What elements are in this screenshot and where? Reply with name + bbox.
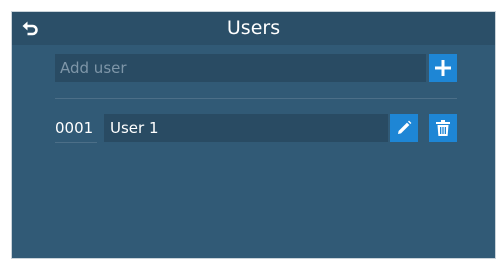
add-user-input[interactable] xyxy=(55,54,426,82)
user-name-field[interactable]: User 1 xyxy=(104,114,388,142)
edit-user-button[interactable] xyxy=(390,114,418,142)
back-button[interactable] xyxy=(18,17,42,41)
back-arrow-icon xyxy=(22,21,38,36)
add-user-button[interactable] xyxy=(429,54,457,82)
delete-user-button[interactable] xyxy=(429,114,457,142)
page-title: Users xyxy=(226,17,281,39)
user-id-underline xyxy=(55,142,97,143)
plus-icon xyxy=(435,60,451,76)
users-screen: Users 0001 User 1 xyxy=(11,11,496,259)
section-divider xyxy=(55,98,457,99)
header-bar: Users xyxy=(12,12,495,45)
user-id: 0001 xyxy=(55,119,94,137)
trash-icon xyxy=(436,120,450,136)
pencil-icon xyxy=(398,120,412,134)
